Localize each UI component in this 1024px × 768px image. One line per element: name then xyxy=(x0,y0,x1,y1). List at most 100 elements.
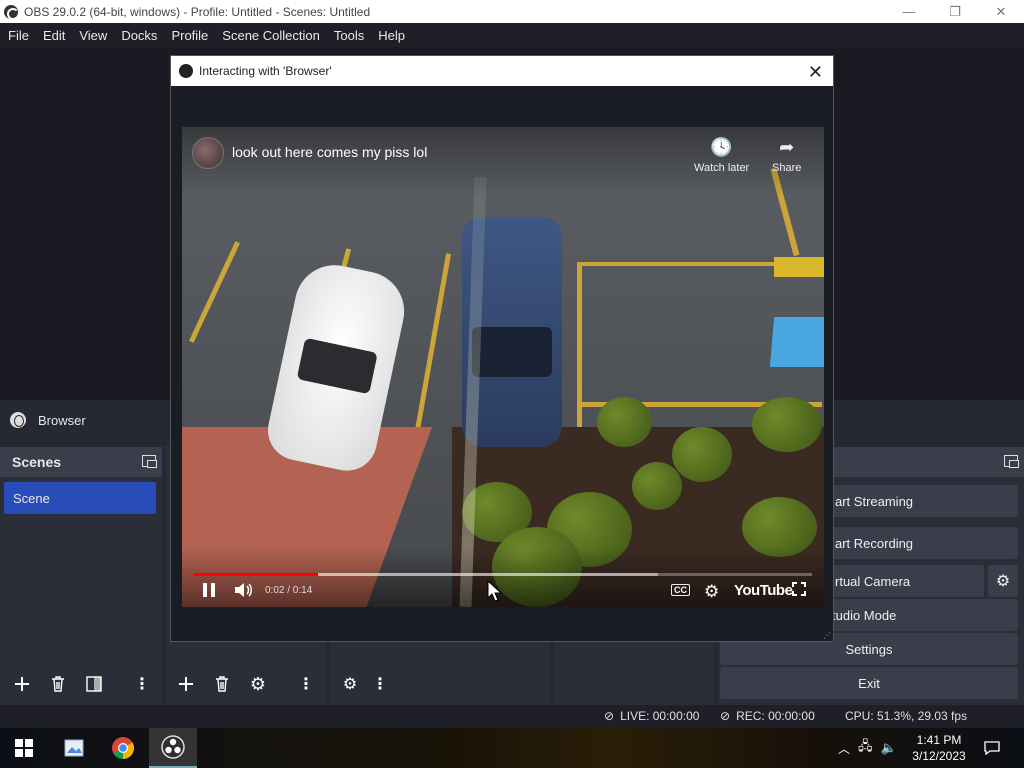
cc-icon: CC xyxy=(671,584,690,596)
bush xyxy=(752,397,822,452)
pause-button[interactable] xyxy=(202,582,216,598)
window-controls: — ❐ ✕ xyxy=(886,0,1024,23)
menu-tools[interactable]: Tools xyxy=(328,28,370,43)
video-bottom-overlay xyxy=(182,547,824,607)
scene-list-item[interactable]: Scene xyxy=(4,482,156,514)
obs-icon xyxy=(161,735,185,759)
cpu-status: CPU: 51.3%, 29.03 fps xyxy=(845,709,967,723)
start-button[interactable] xyxy=(0,728,48,768)
captions-button[interactable]: CC xyxy=(671,584,690,596)
taskbar-chrome-app[interactable] xyxy=(99,728,147,768)
virtual-camera-settings-button[interactable]: ⚙ xyxy=(988,565,1018,597)
record-icon: ⊘ xyxy=(720,709,731,723)
start-recording-label: art Recording xyxy=(835,535,914,551)
plus-icon xyxy=(15,677,29,691)
fullscreen-button[interactable] xyxy=(792,582,806,596)
audio-mixer-toolbar: ⚙ ⋮ xyxy=(336,670,388,698)
remove-scene-button[interactable] xyxy=(44,670,72,698)
volume-icon[interactable]: 🔈 xyxy=(881,740,897,756)
scenes-dock-header: Scenes xyxy=(0,447,162,477)
source-bar-right xyxy=(834,400,1024,440)
share-arrow-icon: ➦ xyxy=(779,137,795,157)
video-settings-button[interactable]: ⚙ xyxy=(704,582,719,602)
browser-interact-dialog: Interacting with 'Browser' ✕ look out he… xyxy=(170,55,834,642)
menu-bar: File Edit View Docks Profile Scene Colle… xyxy=(0,23,1024,47)
bush xyxy=(632,462,682,510)
source-properties-button[interactable]: ⚙ xyxy=(244,670,272,698)
add-source-button[interactable] xyxy=(172,670,200,698)
scene-filters-button[interactable] xyxy=(80,670,108,698)
virtual-camera-label: rtual Camera xyxy=(835,573,911,589)
watch-later-label: Watch later xyxy=(694,162,750,174)
start-streaming-label: art Streaming xyxy=(835,493,914,509)
window-title: OBS 29.0.2 (64-bit, windows) - Profile: … xyxy=(24,4,371,19)
clock-icon: 🕓 xyxy=(710,137,733,157)
dialog-body: look out here comes my piss lol 🕓 Watch … xyxy=(171,86,833,641)
menu-scene-collection[interactable]: Scene Collection xyxy=(216,28,326,43)
fullscreen-icon xyxy=(792,582,806,596)
rec-timer: REC: 00:00:00 xyxy=(736,709,815,723)
remove-source-button[interactable] xyxy=(208,670,236,698)
cpu-fps-readout: CPU: 51.3%, 29.03 fps xyxy=(845,709,968,723)
undock-icon[interactable] xyxy=(142,455,157,468)
menu-edit[interactable]: Edit xyxy=(37,28,71,43)
settings-label: Settings xyxy=(845,641,893,657)
clock-time: 1:41 PM xyxy=(916,733,962,747)
action-center-button[interactable] xyxy=(980,728,1004,768)
show-hidden-icons-button[interactable]: ︿ xyxy=(838,740,850,757)
network-icon[interactable]: 🖧 xyxy=(858,737,873,759)
close-button[interactable]: ✕ xyxy=(978,0,1024,23)
video-title[interactable]: look out here comes my piss lol xyxy=(232,144,427,160)
menu-view[interactable]: View xyxy=(73,28,113,43)
add-scene-button[interactable] xyxy=(8,670,36,698)
gear-icon: ⚙ xyxy=(249,673,267,694)
sources-toolbar: ⚙ ⋮ xyxy=(172,670,314,698)
status-bar: ⊘ LIVE: 00:00:00 ⊘ REC: 00:00:00 CPU: 51… xyxy=(0,705,1024,728)
filter-icon xyxy=(86,676,102,692)
exit-button[interactable]: Exit xyxy=(720,667,1018,699)
undock-icon[interactable] xyxy=(1004,455,1019,468)
image-app-icon xyxy=(64,739,84,757)
car-windshield xyxy=(472,327,552,377)
share-label: Share xyxy=(772,162,802,174)
studio-mode-label: tudio Mode xyxy=(832,607,897,623)
share-button[interactable]: ➦ Share xyxy=(772,137,801,174)
maximize-button[interactable]: ❐ xyxy=(932,0,978,23)
obs-logo-icon xyxy=(4,4,19,20)
menu-profile[interactable]: Profile xyxy=(165,28,214,43)
channel-avatar[interactable] xyxy=(192,137,224,169)
youtube-logo[interactable]: YouTube xyxy=(734,582,793,599)
selected-source-bar: Browser xyxy=(0,400,170,440)
trash-icon xyxy=(216,676,228,692)
resize-grip-icon[interactable]: ⋰ xyxy=(823,631,831,640)
windows-logo-icon xyxy=(15,739,33,757)
menu-help[interactable]: Help xyxy=(372,28,411,43)
rec-status: ⊘ REC: 00:00:00 xyxy=(720,709,815,723)
video-progress-bar[interactable] xyxy=(194,573,812,576)
advanced-audio-button[interactable]: ⚙ xyxy=(336,670,364,698)
clock[interactable]: 1:41 PM 3/12/2023 xyxy=(910,728,968,768)
exit-label: Exit xyxy=(858,675,880,691)
volume-button[interactable] xyxy=(234,582,254,598)
menu-docks[interactable]: Docks xyxy=(115,28,163,43)
scenes-more-menu[interactable]: ⋮ xyxy=(134,670,150,698)
taskbar-obs-app[interactable] xyxy=(149,728,197,768)
scenes-dock-title: Scenes xyxy=(12,454,62,470)
gear-icon: ⚙ xyxy=(995,573,1011,590)
audio-mixer-more-menu[interactable]: ⋮ xyxy=(372,670,388,698)
video-time-display: 0:02 / 0:14 xyxy=(265,585,313,596)
minimize-button[interactable]: — xyxy=(886,0,932,23)
clock-date: 3/12/2023 xyxy=(912,749,966,763)
scenes-dock: Scenes Scene xyxy=(0,447,162,705)
plus-icon xyxy=(179,677,193,691)
menu-file[interactable]: File xyxy=(2,28,35,43)
gear-icon: ⚙ xyxy=(704,582,720,601)
sources-more-menu[interactable]: ⋮ xyxy=(298,670,314,698)
mouse-cursor-icon xyxy=(487,580,501,602)
taskbar-paint-app[interactable] xyxy=(50,728,98,768)
watch-later-button[interactable]: 🕓 Watch later xyxy=(694,137,749,174)
dialog-close-button[interactable]: ✕ xyxy=(808,62,823,83)
globe-icon xyxy=(10,412,26,428)
scenes-toolbar: ⋮ xyxy=(8,670,150,698)
youtube-video-player[interactable]: look out here comes my piss lol 🕓 Watch … xyxy=(182,127,824,607)
